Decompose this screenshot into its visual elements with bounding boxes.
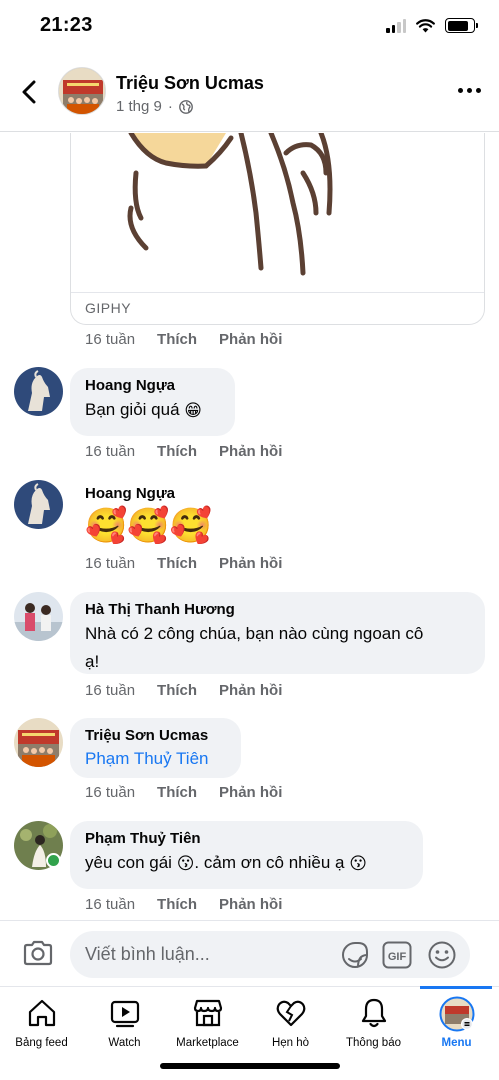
commenter-avatar[interactable] — [14, 367, 63, 416]
tab-label: Menu — [441, 1037, 472, 1049]
battery-icon — [445, 18, 478, 33]
comment-bubble: Phạm Thuỷ Tiên yêu con gái 😗. cảm ơn cô … — [70, 821, 423, 889]
comment-text: Bạn giỏi quá 😁 — [85, 396, 221, 425]
comment-actions: 16 tuần Thích Phản hồi — [85, 331, 282, 348]
comment-actions: 16 tuần Thích Phản hồi — [85, 896, 282, 913]
commenter-avatar[interactable] — [14, 480, 63, 529]
like-button[interactable]: Thích — [157, 682, 197, 699]
reply-button[interactable]: Phản hồi — [219, 443, 282, 460]
tab-label: Watch — [108, 1037, 141, 1049]
smiley-icon — [428, 941, 456, 969]
comment-bubble: Triệu Sơn Ucmas Phạm Thuỷ Tiên — [70, 718, 241, 778]
kissing-emoji: 😗 — [349, 853, 367, 873]
commenter-avatar[interactable] — [14, 592, 63, 641]
comment-time: 16 tuần — [85, 555, 136, 572]
comment-time: 16 tuần — [85, 331, 136, 348]
back-button[interactable] — [16, 78, 42, 106]
like-button[interactable]: Thích — [157, 331, 197, 348]
globe-icon — [178, 99, 193, 114]
sticker-button[interactable] — [340, 940, 370, 975]
mention-link[interactable]: Phạm Thuỷ Tiên — [85, 746, 227, 772]
commenter-name[interactable]: Hà Thị Thanh Hương — [85, 600, 471, 620]
grinning-emoji: 😁 — [184, 400, 202, 420]
smiling-hearts-emoji: 🥰🥰🥰 — [85, 507, 213, 545]
gif-attachment[interactable]: GIPHY — [70, 133, 485, 325]
gif-source-label: GIPHY — [85, 300, 132, 316]
comment-input[interactable]: Viết bình luận... GIF — [70, 931, 470, 978]
like-button[interactable]: Thích — [157, 784, 197, 801]
camera-button[interactable] — [22, 939, 54, 972]
comment-text: yêu con gái 😗. cảm ơn cô nhiều ạ 😗 — [85, 849, 409, 878]
marketplace-icon — [193, 999, 222, 1027]
comment-time: 16 tuần — [85, 784, 136, 801]
tab-label: Marketplace — [176, 1037, 239, 1049]
page-title[interactable]: Triệu Sơn Ucmas — [116, 73, 264, 94]
watch-icon — [110, 1000, 139, 1028]
online-status-indicator — [46, 853, 61, 868]
comment-actions: 16 tuần Thích Phản hồi — [85, 555, 282, 572]
status-time: 21:23 — [40, 14, 93, 36]
reply-button[interactable]: Phản hồi — [219, 555, 282, 572]
tab-watch[interactable]: Watch — [83, 987, 166, 1057]
meta-separator: · — [167, 98, 173, 115]
tab-home[interactable]: Bảng feed — [0, 987, 83, 1057]
comment-bubble: Hà Thị Thanh Hương Nhà có 2 công chúa, b… — [70, 592, 485, 674]
comment-time: 16 tuần — [85, 896, 136, 913]
profile-avatar-icon — [439, 996, 474, 1032]
status-icons — [386, 18, 478, 33]
comment-bubble: Hoang Ngựa Bạn giỏi quá 😁 — [70, 368, 235, 436]
commenter-avatar[interactable] — [14, 718, 63, 767]
tab-dating[interactable]: Hẹn hò — [249, 987, 332, 1057]
like-button[interactable]: Thích — [157, 896, 197, 913]
tab-label: Thông báo — [346, 1037, 401, 1049]
post-date: 1 thg 9 — [116, 98, 162, 115]
gif-icon: GIF — [382, 941, 412, 969]
dating-heart-icon — [276, 1000, 305, 1027]
tab-menu[interactable]: Menu — [415, 987, 498, 1057]
gif-image — [71, 133, 484, 293]
comment-text-line: Nhà có 2 công chúa, bạn nào cùng ngoan c… — [85, 624, 424, 643]
chevron-left-icon — [22, 80, 36, 104]
commenter-name[interactable]: Hoang Ngựa — [85, 376, 221, 396]
sticker-icon — [342, 942, 368, 968]
like-button[interactable]: Thích — [157, 443, 197, 460]
comment-text-line: ạ! — [85, 652, 100, 671]
post-meta: 1 thg 9 · — [116, 98, 193, 115]
comment-time: 16 tuần — [85, 682, 136, 699]
comment-composer: Viết bình luận... GIF — [0, 920, 499, 986]
svg-text:GIF: GIF — [388, 951, 407, 963]
wifi-icon — [416, 18, 435, 32]
reply-button[interactable]: Phản hồi — [219, 682, 282, 699]
comment-body: Hoang Ngựa 🥰🥰🥰 — [85, 484, 212, 548]
tab-label: Bảng feed — [15, 1037, 68, 1049]
tab-label: Hẹn hò — [271, 1037, 310, 1049]
home-icon — [28, 999, 55, 1027]
bell-icon — [361, 998, 386, 1028]
comment-time: 16 tuần — [85, 443, 136, 460]
commenter-name[interactable]: Triệu Sơn Ucmas — [85, 726, 227, 746]
emoji-button[interactable] — [427, 940, 457, 975]
comment-input-placeholder: Viết bình luận... — [85, 944, 210, 964]
post-header: Triệu Sơn Ucmas 1 thg 9 · — [0, 60, 499, 132]
camera-icon — [23, 940, 53, 966]
home-indicator — [160, 1063, 340, 1069]
tab-marketplace[interactable]: Marketplace — [166, 987, 249, 1057]
reply-button[interactable]: Phản hồi — [219, 784, 282, 801]
reply-button[interactable]: Phản hồi — [219, 896, 282, 913]
status-bar: 21:23 — [0, 0, 499, 54]
more-options-button[interactable] — [458, 88, 481, 93]
reply-button[interactable]: Phản hồi — [219, 331, 282, 348]
page-avatar[interactable] — [58, 67, 106, 115]
gif-button[interactable]: GIF — [382, 941, 412, 974]
comment-actions: 16 tuần Thích Phản hồi — [85, 682, 282, 699]
commenter-name[interactable]: Phạm Thuỷ Tiên — [85, 829, 409, 849]
comment-actions: 16 tuần Thích Phản hồi — [85, 443, 282, 460]
commenter-name[interactable]: Hoang Ngựa — [85, 484, 212, 504]
comment-actions: 16 tuần Thích Phản hồi — [85, 784, 282, 801]
cellular-signal-icon — [386, 18, 406, 33]
like-button[interactable]: Thích — [157, 555, 197, 572]
tab-notifications[interactable]: Thông báo — [332, 987, 415, 1057]
kissing-emoji: 😗 — [176, 853, 195, 873]
